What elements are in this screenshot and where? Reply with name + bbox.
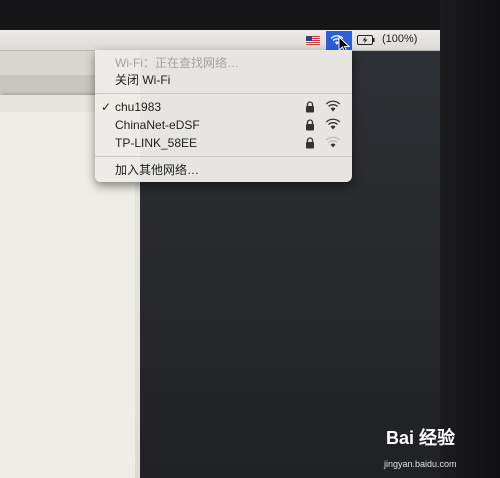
lock-icon	[306, 119, 314, 131]
network-item-chinanet-edsf[interactable]: ChinaNet-eDSF	[95, 116, 352, 134]
menu-separator	[95, 156, 352, 157]
join-other-network-label: 加入其他网络…	[115, 163, 200, 177]
battery-charging-icon[interactable]	[357, 35, 375, 45]
watermark-logo: Bai 经验	[386, 428, 456, 448]
join-other-network-item[interactable]: 加入其他网络…	[95, 161, 352, 179]
network-name: chu1983	[115, 100, 162, 114]
wifi-signal-icon	[325, 118, 341, 130]
wifi-status-item: Wi-Fi：正在查找网络…	[95, 54, 352, 72]
network-name: ChinaNet-eDSF	[115, 118, 200, 132]
watermark-url: jingyan.baidu.com	[384, 459, 457, 469]
window-toolbar	[0, 75, 100, 95]
wifi-dropdown-menu: Wi-Fi：正在查找网络… 关闭 Wi-Fi ✓ chu1983 ChinaNe…	[95, 50, 352, 182]
network-name: TP-LINK_58EE	[115, 136, 198, 150]
turn-off-wifi-item[interactable]: 关闭 Wi-Fi	[95, 71, 352, 89]
battery-percentage[interactable]: (100%)	[382, 33, 417, 45]
screen-bezel	[440, 0, 500, 478]
wifi-status-label: Wi-Fi：正在查找网络…	[115, 56, 239, 70]
background-top	[0, 0, 500, 30]
us-flag-icon[interactable]	[306, 36, 320, 45]
wifi-signal-icon	[325, 100, 341, 112]
network-item-tp-link-58ee[interactable]: TP-LINK_58EE	[95, 134, 352, 152]
turn-off-wifi-label: 关闭 Wi-Fi	[115, 73, 171, 87]
menu-separator	[95, 93, 352, 94]
lock-icon	[306, 101, 314, 113]
network-item-chu1983[interactable]: ✓ chu1983	[95, 98, 352, 116]
baidu-jingyan-watermark: Bai 经验 jingyan.baidu.com	[380, 424, 490, 474]
checkmark-icon: ✓	[101, 100, 112, 114]
lock-icon	[306, 137, 314, 149]
wifi-signal-icon	[325, 136, 341, 148]
